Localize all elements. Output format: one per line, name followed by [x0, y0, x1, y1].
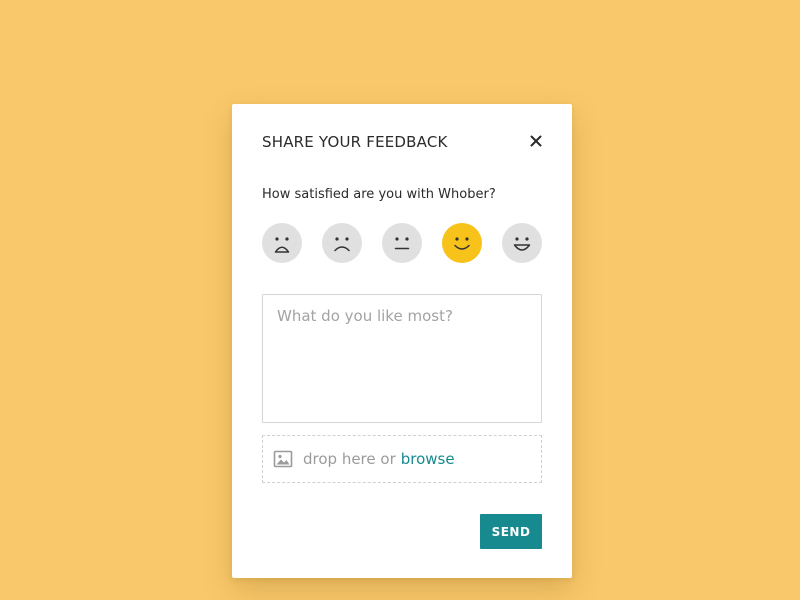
browse-link[interactable]: browse [401, 450, 455, 468]
rating-very-unsatisfied-face-icon[interactable] [262, 223, 302, 263]
send-button[interactable]: SEND [480, 514, 542, 549]
rating-unsatisfied-face-icon[interactable] [322, 223, 362, 263]
close-icon[interactable] [526, 131, 546, 151]
dialog-title: SHARE YOUR FEEDBACK [262, 133, 448, 151]
dropzone-text: drop here or [303, 450, 396, 468]
image-icon [273, 450, 293, 468]
file-dropzone[interactable]: drop here or browse [262, 435, 542, 483]
rating-satisfied-face-icon[interactable] [442, 223, 482, 263]
satisfaction-question: How satisfied are you with Whober? [262, 187, 496, 202]
feedback-textarea[interactable] [262, 294, 542, 423]
rating-neutral-face-icon[interactable] [382, 223, 422, 263]
rating-very-satisfied-face-icon[interactable] [502, 223, 542, 263]
satisfaction-rating [262, 223, 542, 263]
feedback-dialog: SHARE YOUR FEEDBACK How satisfied are yo… [232, 104, 572, 578]
